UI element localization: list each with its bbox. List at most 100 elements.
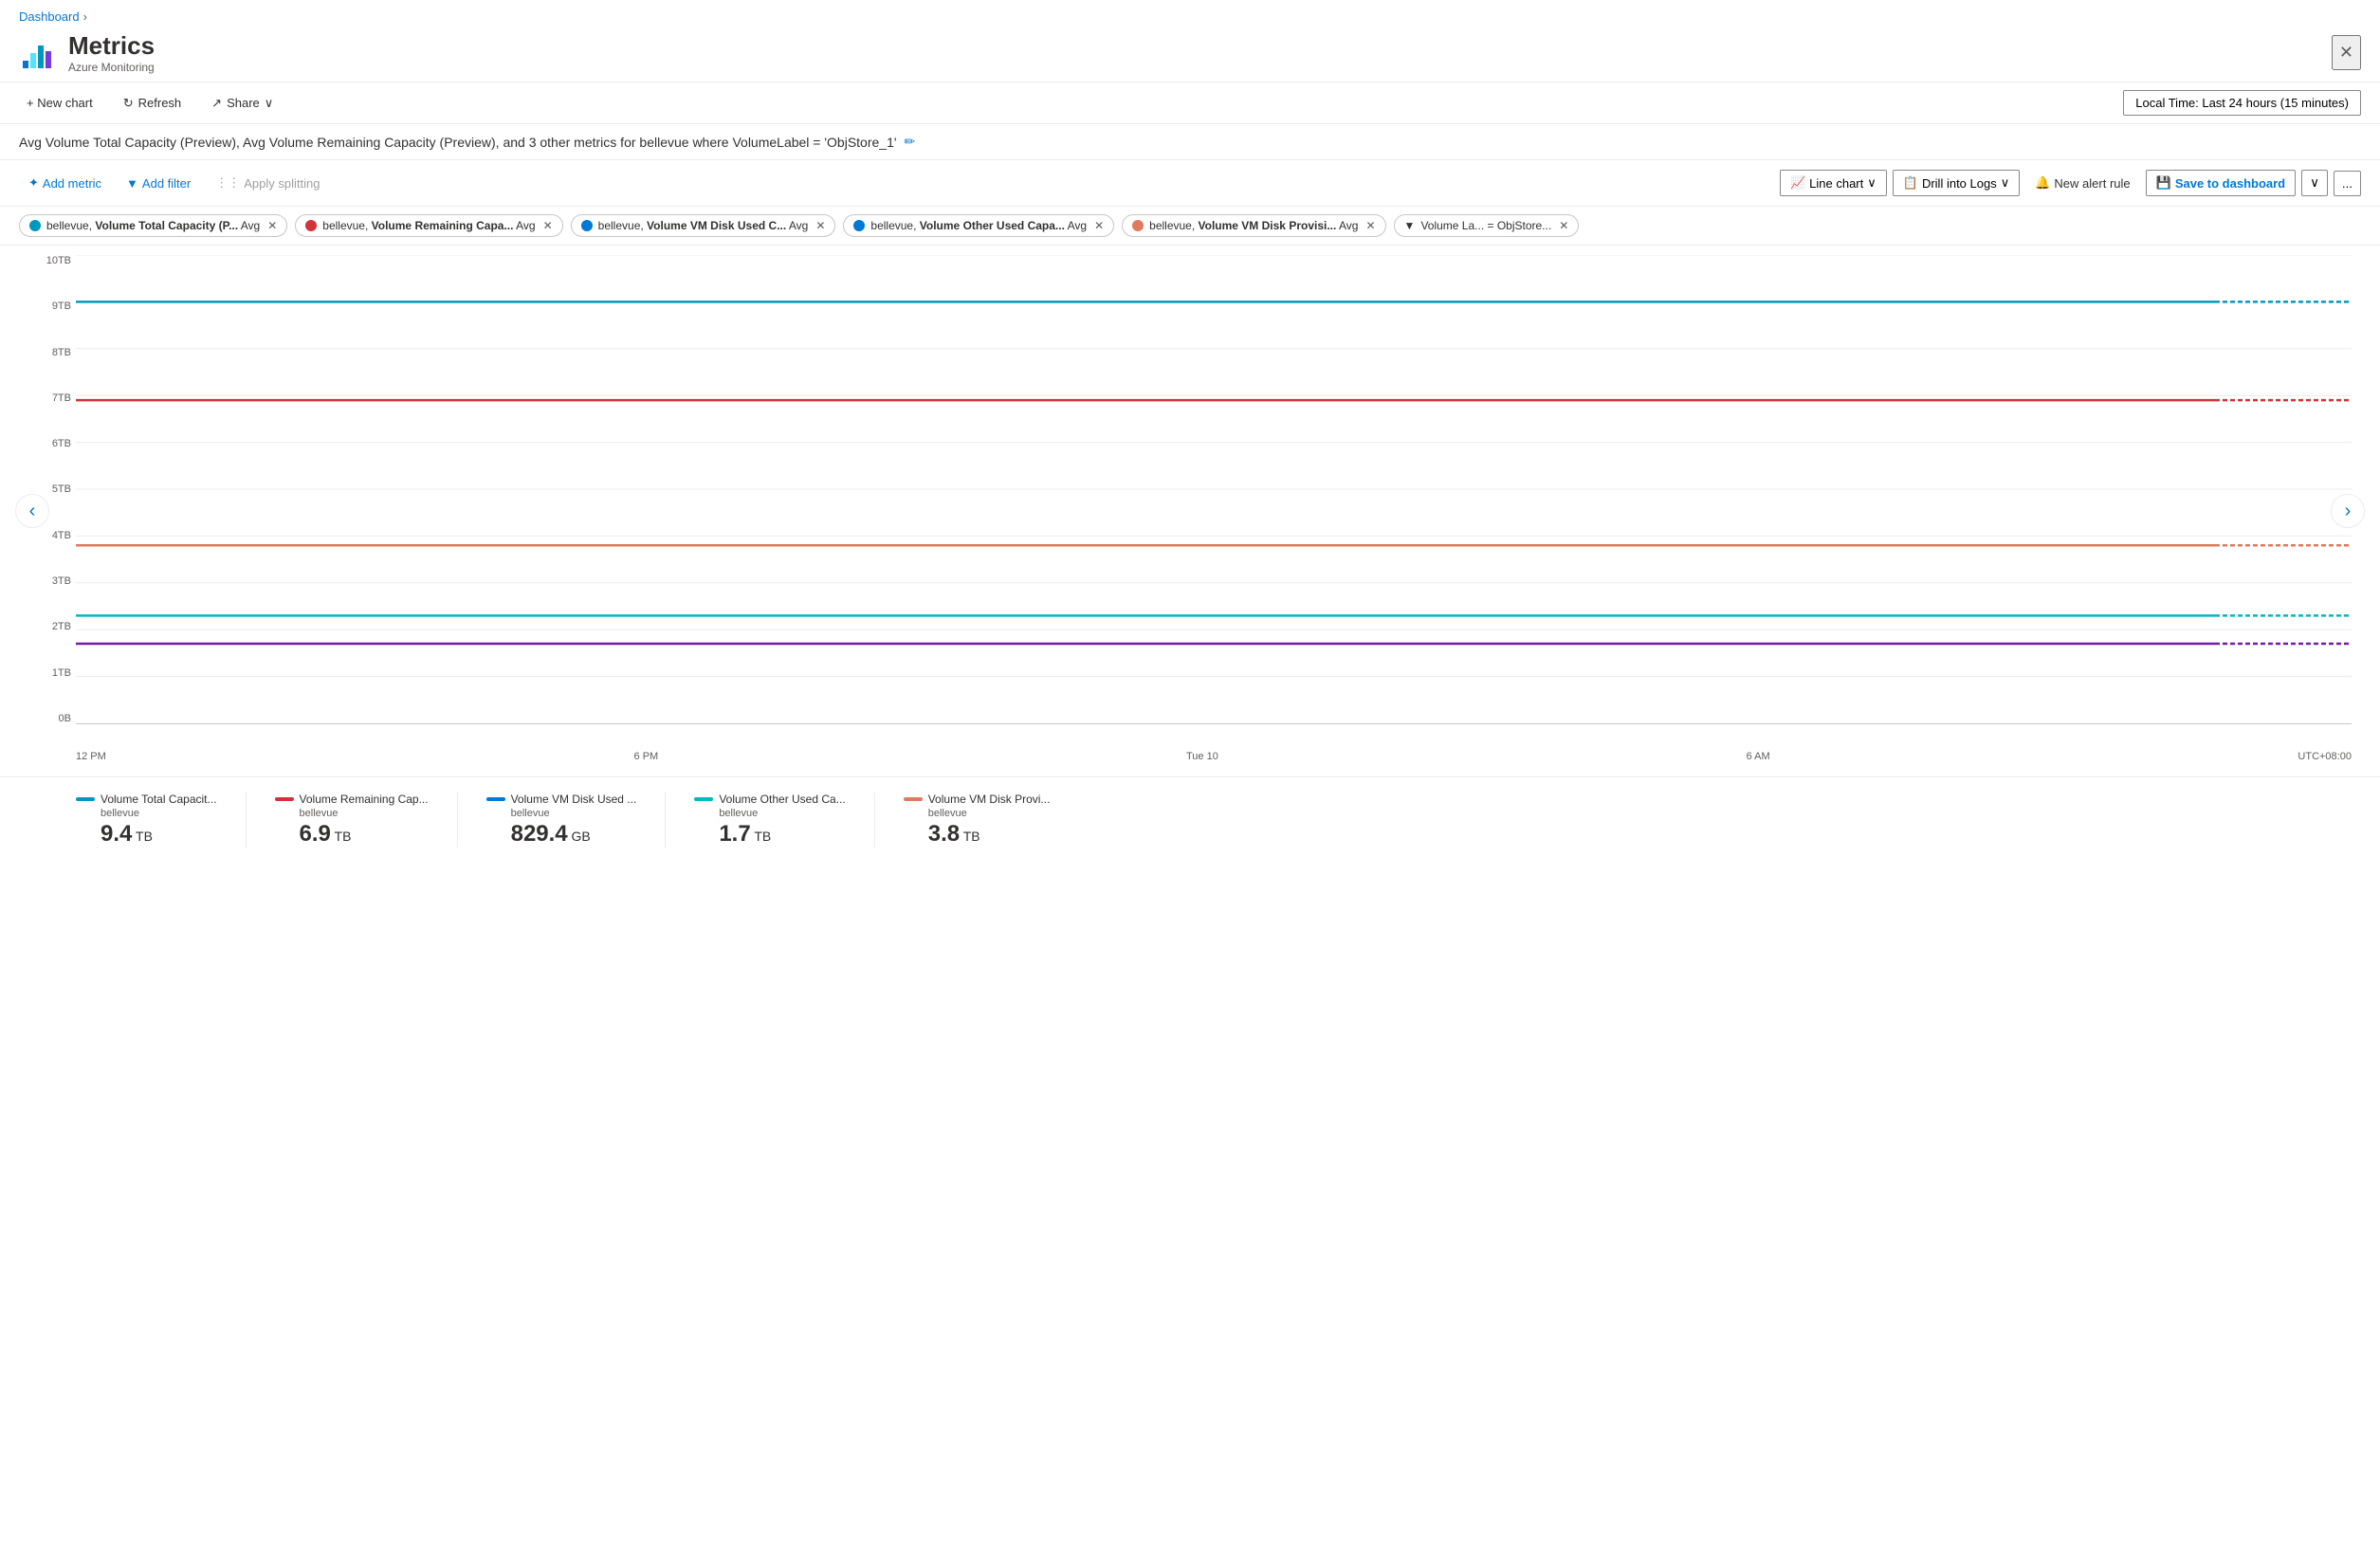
chart-nav-right[interactable]: › (2331, 494, 2365, 528)
x-label-6am: 6 AM (1747, 751, 1770, 762)
header-title-group: Metrics Azure Monitoring (68, 31, 155, 74)
tags-bar: bellevue, Volume Total Capacity (P... Av… (0, 207, 2380, 246)
share-chevron: ∨ (265, 96, 274, 111)
y-label-0b: 0B (19, 713, 71, 724)
y-label-3tb: 3TB (19, 575, 71, 587)
legend-sub-5: bellevue (904, 808, 1051, 819)
y-label-4tb: 4TB (19, 530, 71, 541)
legend-name-4: Volume Other Used Ca... (719, 793, 845, 806)
y-axis: 10TB 9TB 8TB 7TB 6TB 5TB 4TB 3TB 2TB 1TB… (19, 255, 71, 724)
add-filter-button[interactable]: ▼ Add filter (117, 172, 200, 195)
page-header: Metrics Azure Monitoring ✕ (0, 27, 2380, 82)
legend-name-3: Volume VM Disk Used ... (511, 793, 637, 806)
legend-item-5: Volume VM Disk Provi... bellevue 3.8 TB (904, 793, 1079, 848)
metric-tag-5[interactable]: bellevue, Volume VM Disk Provisi... Avg … (1122, 214, 1385, 237)
chart-title: Avg Volume Total Capacity (Preview), Avg… (19, 135, 897, 150)
close-button[interactable]: ✕ (2332, 35, 2361, 70)
more-options-button[interactable]: ... (2334, 171, 2361, 196)
breadcrumb-chevron: › (83, 9, 87, 24)
x-label-utc: UTC+08:00 (2298, 751, 2352, 762)
legend-divider-4 (874, 793, 875, 848)
new-chart-button[interactable]: + New chart (19, 92, 101, 114)
drill-into-logs-button[interactable]: 📋 Drill into Logs ∨ (1893, 170, 2020, 196)
legend-value-5: 3.8 TB (904, 821, 1051, 848)
chart-title-bar: Avg Volume Total Capacity (Preview), Avg… (0, 124, 2380, 160)
legend-name-1: Volume Total Capacit... (101, 793, 217, 806)
legend-sub-3: bellevue (486, 808, 637, 819)
legend-name-5: Volume VM Disk Provi... (928, 793, 1051, 806)
legend-value-1: 9.4 TB (76, 821, 217, 848)
breadcrumb-dashboard[interactable]: Dashboard (19, 9, 80, 24)
chevron-down-button[interactable]: ∨ (2301, 170, 2328, 196)
legend-sub-1: bellevue (76, 808, 217, 819)
refresh-button[interactable]: ↻ Refresh (116, 92, 189, 115)
legend-divider-3 (665, 793, 666, 848)
tag-dot-5 (1132, 220, 1144, 231)
alert-icon: 🔔 (2035, 175, 2050, 191)
filter-icon: ▼ (1404, 219, 1416, 232)
metric-tag-4[interactable]: bellevue, Volume Other Used Capa... Avg … (843, 214, 1114, 237)
save-to-dashboard-button[interactable]: 💾 Save to dashboard (2146, 170, 2297, 196)
legend-color-5 (904, 797, 923, 801)
y-label-8tb: 8TB (19, 347, 71, 358)
new-alert-rule-button[interactable]: 🔔 New alert rule (2025, 171, 2139, 195)
apply-splitting-icon: ⋮⋮ (215, 175, 240, 191)
tag-dot-4 (853, 220, 865, 231)
share-button[interactable]: ↗ Share ∨ (204, 92, 281, 115)
tag-remove-4[interactable]: ✕ (1094, 219, 1104, 232)
legend-value-2: 6.9 TB (275, 821, 429, 848)
tag-label-5: bellevue, Volume VM Disk Provisi... Avg (1149, 219, 1358, 232)
add-metric-button[interactable]: ✦ Add metric (19, 171, 111, 195)
line-chart-chevron: ∨ (1867, 175, 1877, 191)
metric-tag-1[interactable]: bellevue, Volume Total Capacity (P... Av… (19, 214, 287, 237)
edit-icon[interactable]: ✏ (905, 134, 916, 150)
legend-name-2: Volume Remaining Cap... (300, 793, 429, 806)
metrics-icon (19, 34, 57, 72)
legend-color-3 (486, 797, 505, 801)
tag-remove-5[interactable]: ✕ (1365, 219, 1375, 232)
save-icon: 💾 (2156, 175, 2171, 191)
filter-remove[interactable]: ✕ (1559, 219, 1568, 232)
metric-tag-3[interactable]: bellevue, Volume VM Disk Used C... Avg ✕ (571, 214, 836, 237)
apply-splitting-button[interactable]: ⋮⋮ Apply splitting (206, 171, 329, 195)
tag-label-1: bellevue, Volume Total Capacity (P... Av… (46, 219, 260, 232)
page-subtitle: Azure Monitoring (68, 61, 155, 74)
refresh-icon: ↻ (123, 96, 134, 111)
legend-header-4: Volume Other Used Ca... (694, 793, 845, 806)
filter-label: Volume La... = ObjStore... (1420, 219, 1551, 232)
tag-label-4: bellevue, Volume Other Used Capa... Avg (870, 219, 1087, 232)
tag-dot-2 (305, 220, 317, 231)
legend-divider-2 (457, 793, 458, 848)
legend-value-4: 1.7 TB (694, 821, 845, 848)
line-chart-icon: 📈 (1790, 175, 1805, 191)
tag-remove-3[interactable]: ✕ (815, 219, 825, 232)
drill-logs-icon: 📋 (1903, 175, 1918, 191)
legend-value-3: 829.4 GB (486, 821, 637, 848)
line-chart-button[interactable]: 📈 Line chart ∨ (1780, 170, 1887, 196)
top-toolbar: + New chart ↻ Refresh ↗ Share ∨ Local Ti… (0, 82, 2380, 124)
x-label-6pm: 6 PM (634, 751, 659, 762)
filter-tag[interactable]: ▼ Volume La... = ObjStore... ✕ (1394, 214, 1580, 237)
legend-header-2: Volume Remaining Cap... (275, 793, 429, 806)
add-metric-icon: ✦ (28, 175, 39, 191)
legend-header-5: Volume VM Disk Provi... (904, 793, 1051, 806)
x-label-tue10: Tue 10 (1186, 751, 1218, 762)
x-label-12pm: 12 PM (76, 751, 106, 762)
legend-color-2 (275, 797, 294, 801)
time-range-button[interactable]: Local Time: Last 24 hours (15 minutes) (2123, 90, 2361, 116)
legend-sub-4: bellevue (694, 808, 845, 819)
tag-remove-1[interactable]: ✕ (267, 219, 277, 232)
tag-remove-2[interactable]: ✕ (543, 219, 553, 232)
legend-color-1 (76, 797, 95, 801)
chart-container: ‹ › 10TB 9TB 8TB 7TB 6TB 5TB 4TB 3TB 2TB… (19, 246, 2361, 776)
y-label-10tb: 10TB (19, 255, 71, 266)
legend-item-2: Volume Remaining Cap... bellevue 6.9 TB (275, 793, 457, 848)
legend-item-4: Volume Other Used Ca... bellevue 1.7 TB (694, 793, 873, 848)
chart-plot-area (76, 255, 2352, 724)
chart-nav-left[interactable]: ‹ (15, 494, 49, 528)
metric-tag-2[interactable]: bellevue, Volume Remaining Capa... Avg ✕ (295, 214, 562, 237)
tag-dot-3 (581, 220, 593, 231)
toolbar-right: Local Time: Last 24 hours (15 minutes) (2123, 90, 2361, 116)
drill-logs-chevron: ∨ (2001, 175, 2010, 191)
y-label-6tb: 6TB (19, 438, 71, 449)
